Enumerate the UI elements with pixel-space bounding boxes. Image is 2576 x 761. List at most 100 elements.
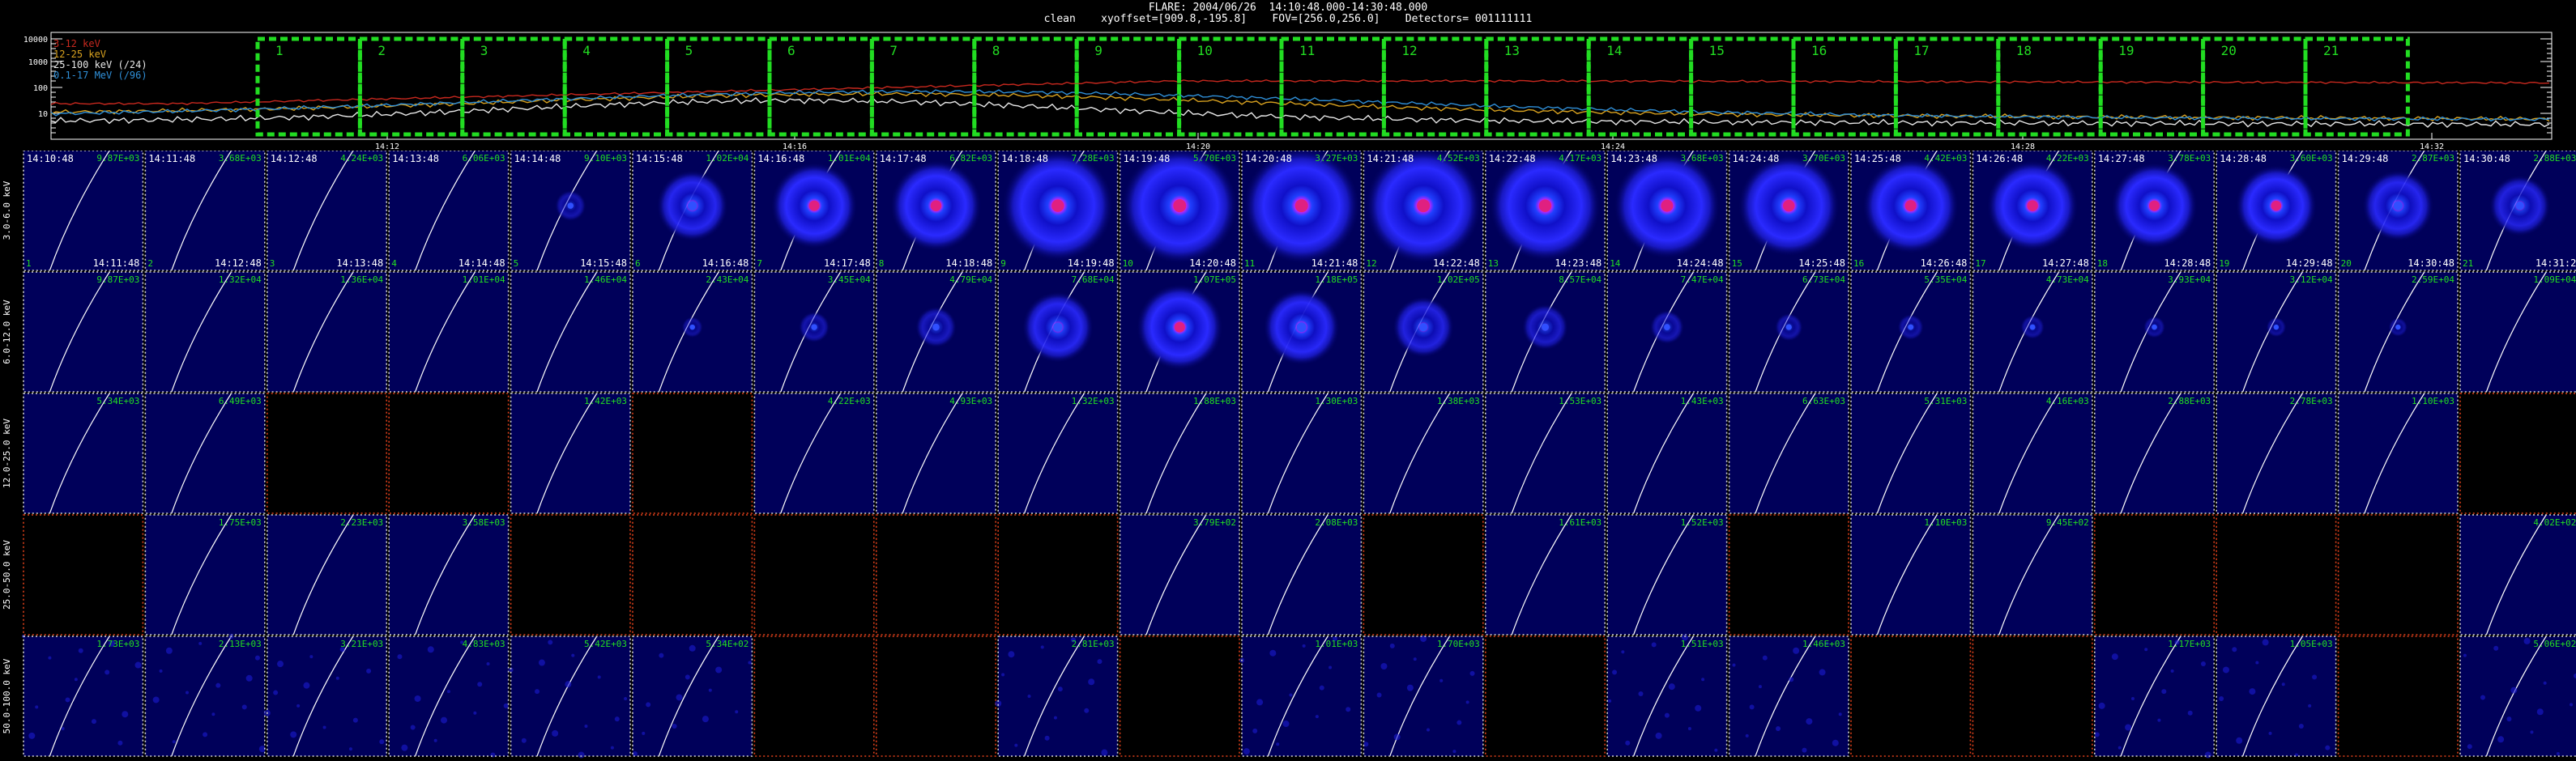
image-cell: 2.88E+03 xyxy=(2094,393,2216,514)
cell-background xyxy=(998,393,1118,513)
image-cell: 5.31E+03 xyxy=(1850,393,1972,514)
image-cell: 3.45E+04 xyxy=(753,271,875,393)
cell-peak-value: 3.45E+04 xyxy=(828,274,871,285)
cell-peak-value: 2.08E+03 xyxy=(1315,517,1358,528)
cell-background xyxy=(1607,515,1727,635)
noise-blob xyxy=(1014,743,1018,747)
cell-background xyxy=(1973,393,2092,513)
noise-blob xyxy=(414,695,421,702)
interval-box xyxy=(767,36,874,137)
noise-blob xyxy=(2298,724,2304,729)
noise-blob xyxy=(1315,715,1319,719)
interval-number: 11 xyxy=(1299,43,1315,58)
cell-index: 1 xyxy=(26,258,32,269)
cell-peak-value: 2.59E+04 xyxy=(2412,274,2454,285)
noise-blob xyxy=(2536,708,2544,716)
noise-blob xyxy=(646,702,651,708)
noise-blob xyxy=(1687,726,1691,730)
image-cell: 3.58E+03 xyxy=(388,514,510,636)
cell-index: 12 xyxy=(1366,258,1376,269)
cell-peak-value: 1.32E+03 xyxy=(1072,396,1115,406)
flare-core xyxy=(811,324,817,330)
flare-core xyxy=(1538,199,1552,212)
cell-start-time: 14:30:48 xyxy=(2463,153,2510,164)
cell-background xyxy=(2094,515,2215,635)
cell-background xyxy=(2094,393,2215,513)
image-cell xyxy=(23,514,144,636)
cell-end-time: 14:18:48 xyxy=(945,257,992,269)
cell-peak-value: 6.06E+03 xyxy=(463,153,505,164)
noise-blob xyxy=(2187,710,2193,716)
cell-background xyxy=(267,151,387,270)
cell-peak-value: 1.07E+05 xyxy=(1193,274,1236,285)
image-cell: 6.73E+04 xyxy=(1728,271,1849,393)
cell-index: 20 xyxy=(2341,258,2352,269)
cell-background xyxy=(145,393,265,513)
curve-25-100-kev xyxy=(50,96,2550,129)
flare-core xyxy=(930,200,942,211)
noise-blob xyxy=(1027,695,1031,698)
cell-background xyxy=(23,151,143,270)
noise-blob xyxy=(1832,739,1839,746)
image-cell: 5.35E+04 xyxy=(1850,271,1972,393)
interval-number: 19 xyxy=(2118,43,2134,58)
image-cell: 1.10E+03 xyxy=(2337,393,2459,514)
image-cell xyxy=(1119,636,1240,757)
y-tick-label: 10 xyxy=(38,110,48,119)
cell-background xyxy=(1485,515,1606,635)
image-cell: 1.32E+03 xyxy=(997,393,1119,514)
legend-entry: 3-12 keV xyxy=(53,38,100,49)
cell-peak-value: 5.70E+03 xyxy=(1193,153,1236,164)
image-cell: 2.08E+03 xyxy=(1241,514,1363,636)
noise-blob xyxy=(2268,731,2272,735)
noise-blob xyxy=(1732,663,1736,667)
cell-background xyxy=(1607,636,1727,756)
cell-peak-value: 5.31E+03 xyxy=(1924,396,1967,406)
cell-end-time: 14:15:48 xyxy=(580,257,627,269)
noise-blob xyxy=(122,711,129,718)
noise-blob xyxy=(348,747,352,751)
interval-number: 15 xyxy=(1709,43,1725,58)
noise-blob xyxy=(1745,733,1749,738)
noise-blob xyxy=(486,662,490,666)
cell-start-time: 14:12:48 xyxy=(271,153,318,164)
cell-peak-value: 7.28E+03 xyxy=(1072,153,1115,164)
cell-background xyxy=(2460,636,2576,756)
image-cell: 14:12:48 14:13:48 3 4.24E+03 xyxy=(266,151,387,271)
image-cell: 3.79E+02 xyxy=(1119,514,1240,636)
noise-blob xyxy=(1269,649,1277,657)
noise-blob xyxy=(614,716,620,722)
noise-blob xyxy=(134,661,142,669)
flare-core xyxy=(2273,324,2280,330)
cell-index: 13 xyxy=(1488,258,1499,269)
noise-blob xyxy=(397,654,403,660)
cell-background xyxy=(389,272,509,392)
image-cell: 14:10:48 14:11:48 1 9.87E+03 xyxy=(23,151,144,271)
cell-peak-value: 1.53E+03 xyxy=(1559,396,1601,406)
cell-end-time: 14:14:48 xyxy=(458,257,505,269)
noise-blob xyxy=(1749,704,1755,710)
flare-core xyxy=(1783,199,1795,212)
cell-peak-value: 3.79E+02 xyxy=(1193,517,1236,528)
noise-blob xyxy=(2262,639,2269,646)
noise-blob xyxy=(1789,677,1794,682)
noise-blob xyxy=(1319,685,1324,691)
interval-number: 6 xyxy=(787,43,795,58)
image-cell: 14:22:48 14:23:48 13 4.17E+03 xyxy=(1485,151,1606,271)
noise-blob xyxy=(535,689,540,695)
cell-start-time: 14:14:48 xyxy=(514,153,561,164)
flare-core xyxy=(1173,199,1187,213)
interval-box xyxy=(1074,36,1182,137)
image-cell: 3.21E+03 xyxy=(263,636,387,757)
cell-background xyxy=(754,636,874,756)
noise-blob xyxy=(2510,687,2518,694)
flare-core xyxy=(689,324,695,330)
image-cell xyxy=(753,514,875,636)
flare-core xyxy=(1053,322,1063,332)
cell-peak-value: 5.06E+02 xyxy=(2533,639,2576,649)
interval-box xyxy=(357,36,465,137)
cell-index: 18 xyxy=(2097,258,2108,269)
curve-12-25-kev xyxy=(50,91,2550,122)
cell-peak-value: 3.70E+03 xyxy=(1802,153,1845,164)
noise-blob xyxy=(1413,657,1417,661)
